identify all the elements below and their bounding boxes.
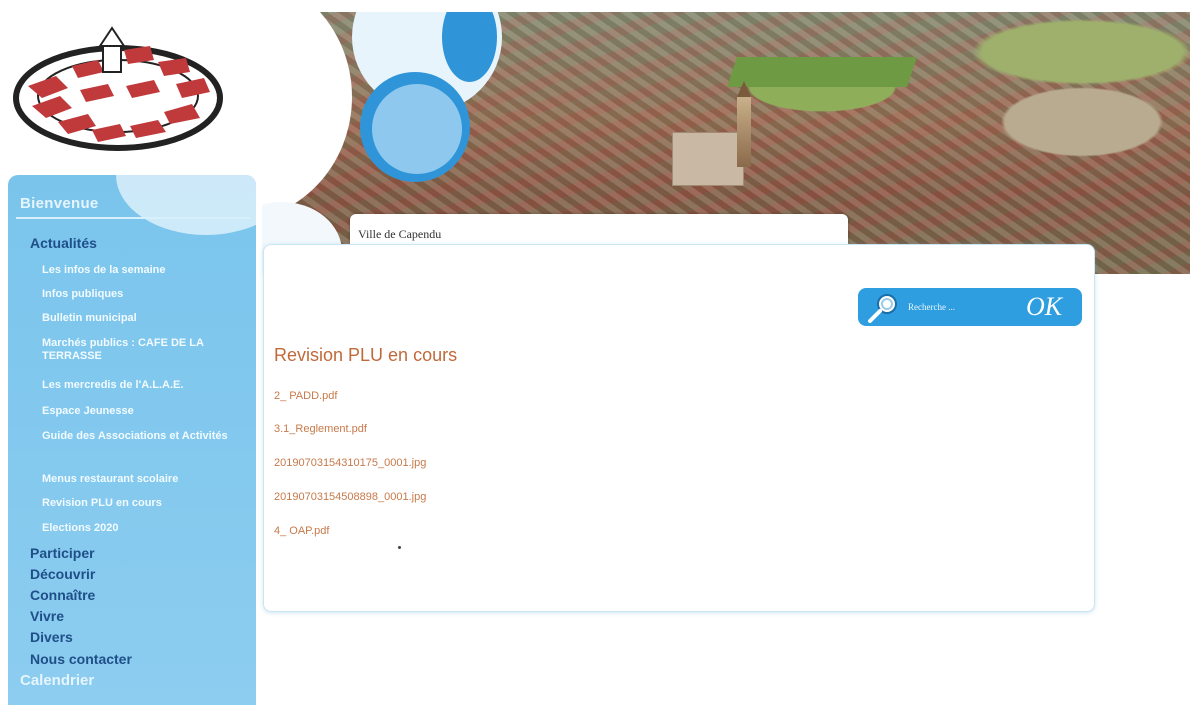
nav-guide-associations[interactable]: Guide des Associations et Activités (42, 430, 242, 443)
site-name-tab: Ville de Capendu (350, 214, 848, 246)
sidebar-decor (116, 175, 256, 235)
nav-decouvrir[interactable]: Découvrir (30, 566, 95, 582)
nav-nous-contacter[interactable]: Nous contacter (30, 651, 132, 667)
nav-espace-jeunesse[interactable]: Espace Jeunesse (42, 405, 242, 418)
document-link[interactable]: 20190703154508898_0001.jpg (274, 491, 426, 503)
search-icon (868, 294, 897, 323)
sidebar-calendrier[interactable]: Calendrier (20, 672, 94, 689)
search-box[interactable]: Recherche ... OK (858, 288, 1082, 326)
nav-participer[interactable]: Participer (30, 545, 95, 561)
document-link[interactable]: 3.1_Reglement.pdf (274, 423, 367, 435)
search-ok-button[interactable]: OK (1026, 292, 1062, 322)
nav-vivre[interactable]: Vivre (30, 608, 64, 624)
nav-connaitre[interactable]: Connaître (30, 587, 95, 603)
document-link[interactable]: 2_ PADD.pdf (274, 390, 337, 402)
sidebar-nav: Bienvenue Actualités Les infos de la sem… (8, 175, 256, 705)
nav-marches-publics[interactable]: Marchés publics : CAFE DE LA TERRASSE (42, 337, 242, 363)
content-panel: Recherche ... OK Revision PLU en cours 2… (263, 244, 1095, 612)
nav-revision-plu[interactable]: Revision PLU en cours (42, 497, 242, 510)
nav-mercredis-alae[interactable]: Les mercredis de l'A.L.A.E. (42, 379, 242, 392)
nav-menus-restaurant[interactable]: Menus restaurant scolaire (42, 473, 242, 486)
stray-dot (398, 546, 401, 549)
nav-divers[interactable]: Divers (30, 629, 73, 645)
sidebar-header[interactable]: Bienvenue (20, 195, 99, 212)
sports-field (727, 57, 917, 87)
nav-actualites[interactable]: Actualités (30, 235, 97, 251)
decor-circle (262, 12, 352, 222)
nav-bulletin-municipal[interactable]: Bulletin municipal (42, 312, 242, 325)
town-logo[interactable] (8, 26, 223, 156)
search-input[interactable]: Recherche ... (908, 302, 955, 312)
page-title: Revision PLU en cours (274, 345, 458, 365)
sidebar-divider (16, 217, 250, 219)
nav-elections-2020[interactable]: Elections 2020 (42, 522, 242, 535)
document-link[interactable]: 4_ OAP.pdf (274, 525, 329, 537)
decor-circle (372, 84, 462, 174)
document-link[interactable]: 20190703154310175_0001.jpg (274, 457, 426, 469)
site-name: Ville de Capendu (358, 227, 442, 241)
church-building (672, 132, 744, 186)
nav-infos-publiques[interactable]: Infos publiques (42, 288, 242, 301)
nav-infos-semaine[interactable]: Les infos de la semaine (42, 264, 242, 277)
church-tower (737, 81, 751, 167)
